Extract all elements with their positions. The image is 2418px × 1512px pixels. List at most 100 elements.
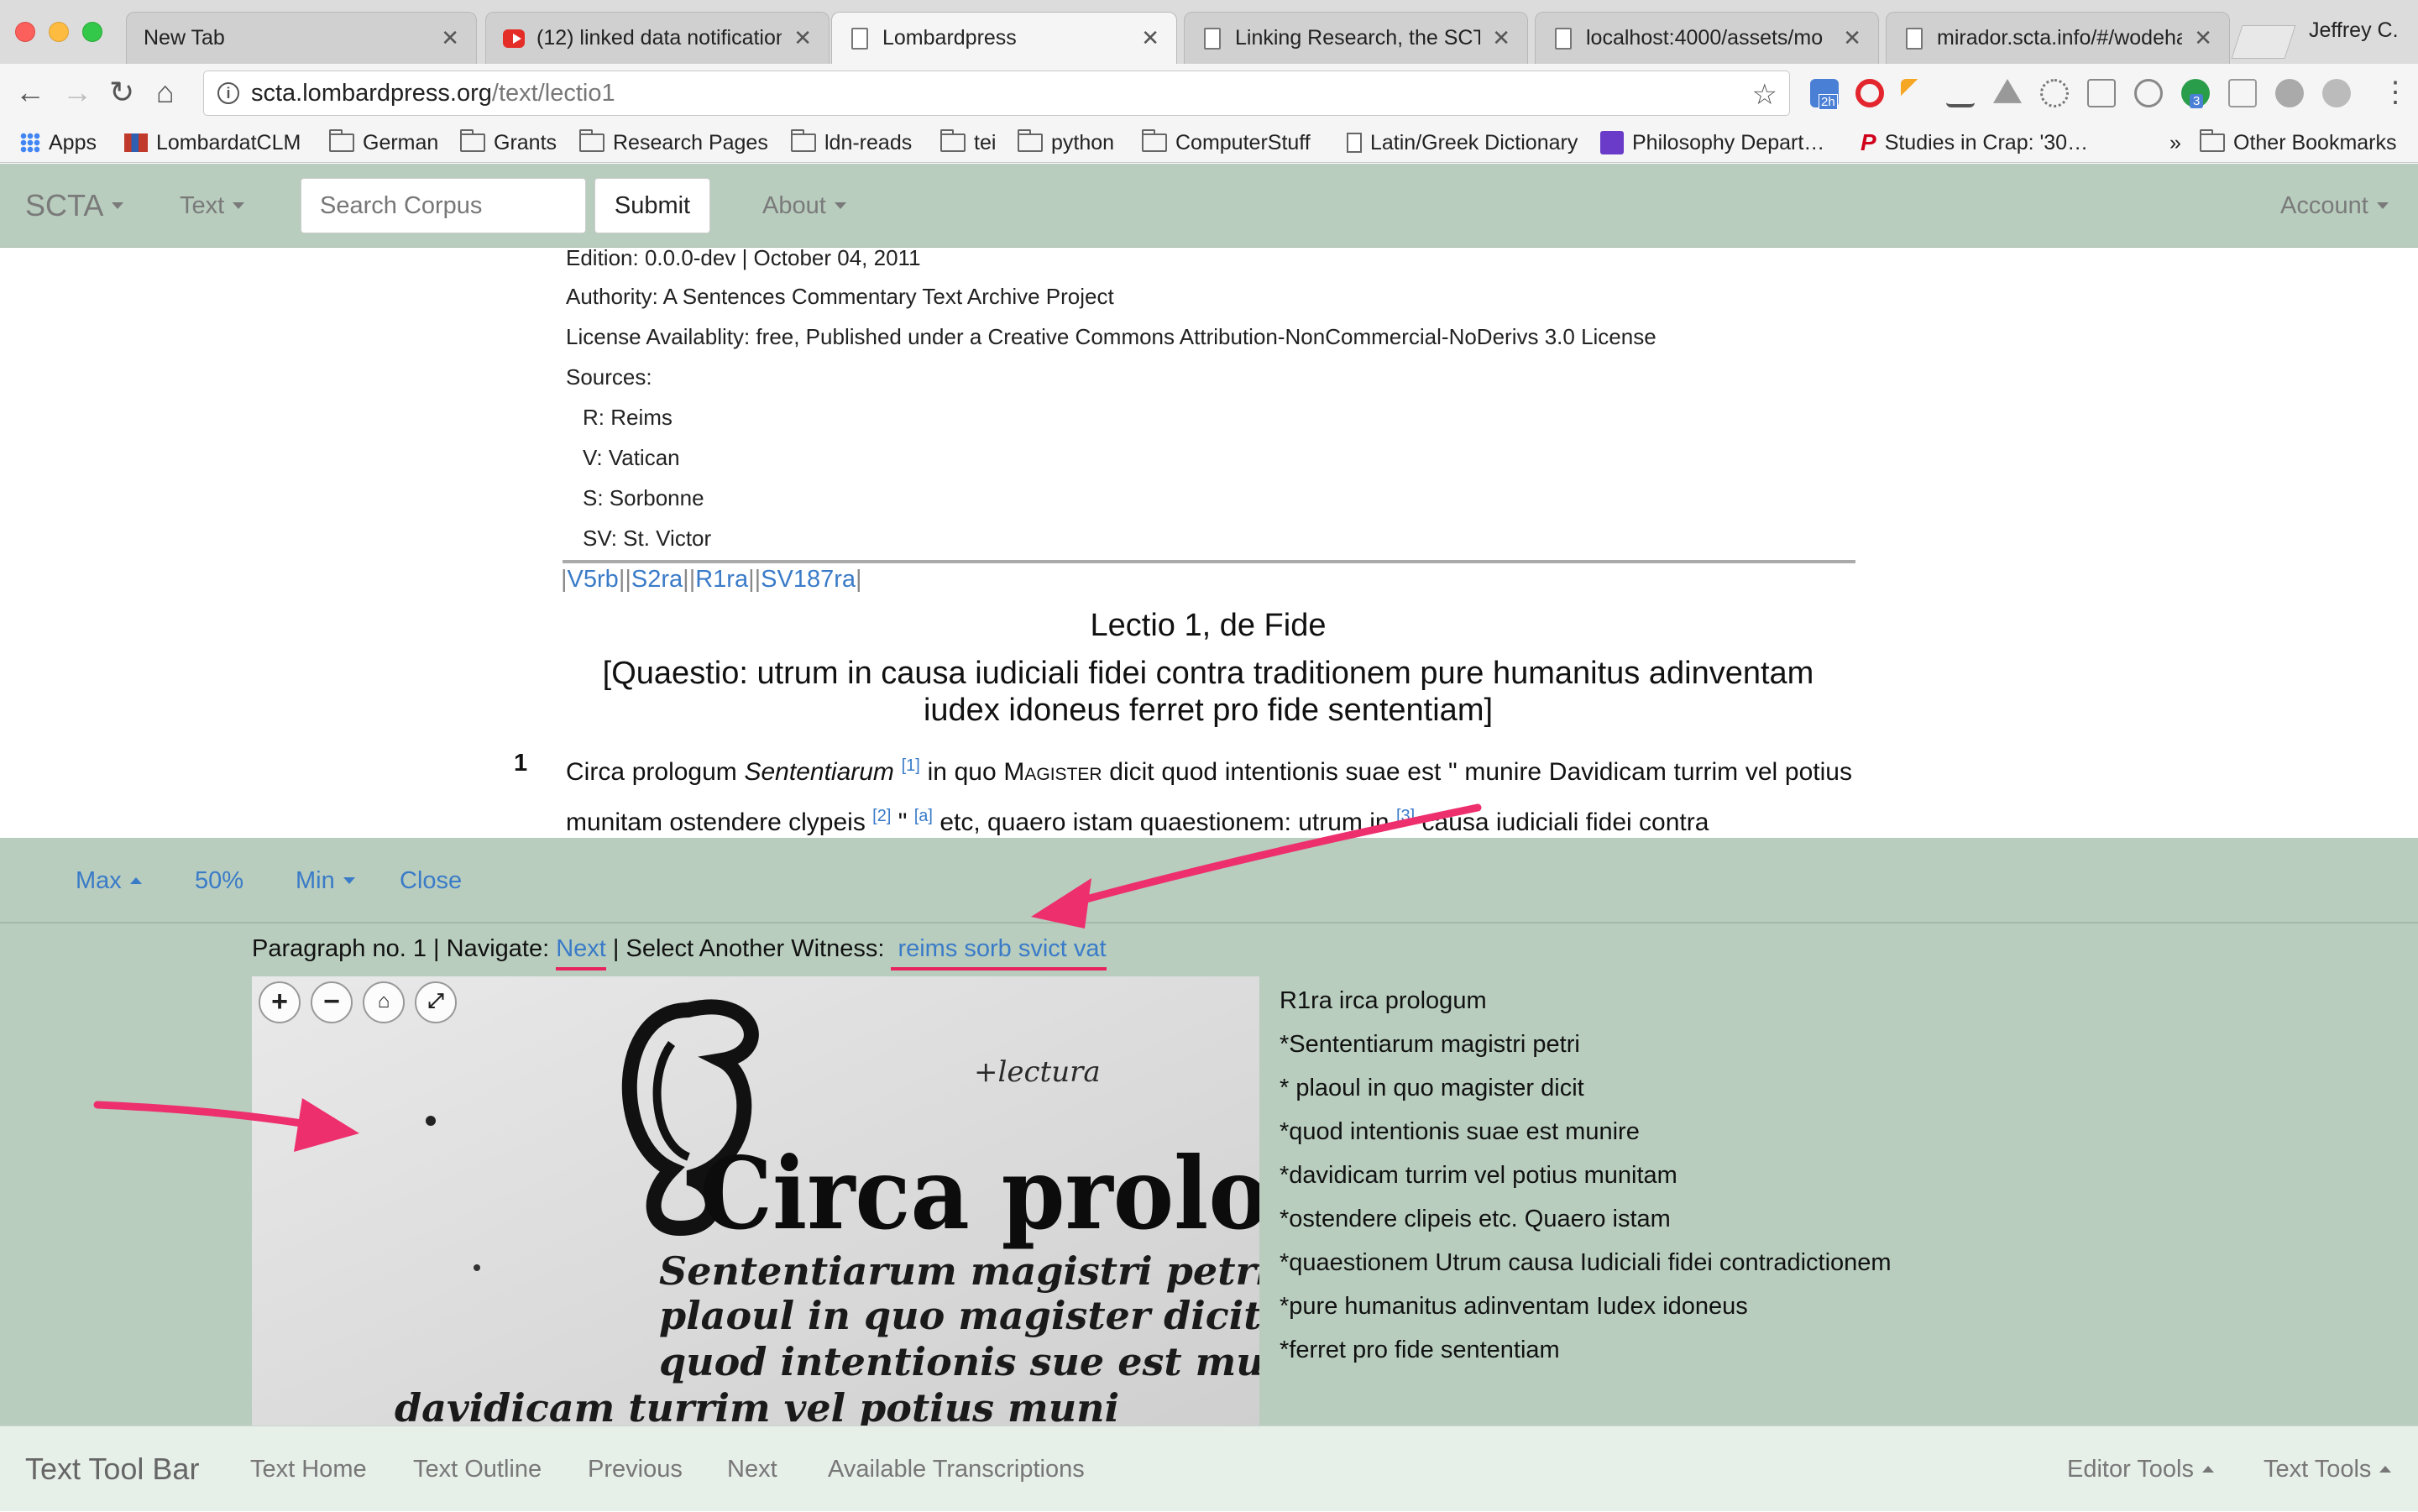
site-navbar: SCTA Text Submit About Account <box>0 164 2418 248</box>
drive-icon[interactable] <box>1993 79 2022 103</box>
bookmark-ldn-reads[interactable]: ldn-reads <box>791 123 912 163</box>
paragraph-fragment: Sententiarum <box>744 758 894 786</box>
previous-link[interactable]: Previous <box>588 1426 683 1512</box>
text-menu-dropdown[interactable]: Text <box>180 164 245 248</box>
witness-link-sv187ra[interactable]: SV187ra <box>761 566 856 593</box>
document-extension-icon[interactable] <box>2087 79 2116 107</box>
fullscreen-icon[interactable]: ⤢ <box>415 981 457 1023</box>
text-tools-label: Text Tools <box>2264 1455 2372 1483</box>
skype-icon[interactable] <box>2275 79 2304 107</box>
home-view-icon[interactable]: ⌂ <box>363 981 405 1023</box>
tab-close-icon[interactable]: ✕ <box>1492 25 1510 51</box>
folder-icon <box>460 129 485 152</box>
bookmark-philosophy-depart[interactable]: Philosophy Depart… <box>1600 123 1824 163</box>
bookmark-german[interactable]: German <box>329 123 438 163</box>
next-link[interactable]: Next <box>727 1426 777 1512</box>
bookmark-studies-in-crap[interactable]: P Studies in Crap: '30… <box>1861 123 2088 163</box>
extension-icon[interactable] <box>2134 79 2163 107</box>
bookmarks-overflow-button[interactable]: » <box>2169 123 2181 163</box>
bookmark-other-bookmarks[interactable]: Other Bookmarks <box>2200 123 2397 163</box>
extension-icon[interactable] <box>2228 79 2257 107</box>
witness-link-v5rb[interactable]: V5rb <box>568 566 619 593</box>
source-item: V: Vatican <box>583 445 680 470</box>
bookmark-grants[interactable]: Grants <box>460 123 557 163</box>
close-panel-button[interactable]: Close <box>400 838 462 923</box>
browser-tab[interactable]: New Tab ✕ <box>126 12 477 64</box>
about-menu-dropdown[interactable]: About <box>762 164 846 248</box>
info-icon[interactable]: i <box>217 82 239 104</box>
zoom-window-button[interactable] <box>82 22 102 42</box>
account-menu-dropdown[interactable]: Account <box>2280 164 2389 248</box>
bookmark-python[interactable]: python <box>1018 123 1114 163</box>
back-arrow-icon[interactable]: ← <box>15 77 45 107</box>
bookmark-label: Grants <box>494 130 557 154</box>
witness-options-links[interactable]: reims sorb svict vat <box>891 935 1107 971</box>
search-corpus-input[interactable] <box>301 178 586 233</box>
extension-icon[interactable] <box>2322 79 2351 107</box>
home-icon[interactable]: ⌂ <box>156 77 175 107</box>
browser-menu-icon[interactable]: ⋮ <box>2381 76 2410 109</box>
max-button[interactable]: Max <box>76 838 142 923</box>
bookmark-label: ldn-reads <box>824 130 913 154</box>
available-transcriptions-link[interactable]: Available Transcriptions <box>828 1426 1085 1512</box>
extension-icon[interactable] <box>1946 79 1975 107</box>
bookmark-latin-greek-dictionary[interactable]: Latin/Greek Dictionary <box>1347 123 1578 163</box>
bookmark-lombardatclm[interactable]: LombardatCLM <box>124 123 301 163</box>
tab-title: localhost:4000/assets/mo <box>1586 26 1824 50</box>
next-paragraph-link[interactable]: Next <box>556 935 606 971</box>
bookmark-label: Philosophy Depart… <box>1632 130 1825 154</box>
brand-dropdown[interactable]: SCTA <box>25 164 124 248</box>
gear-extension-icon[interactable] <box>2040 79 2069 107</box>
bookmark-apps[interactable]: Apps <box>20 123 97 163</box>
caret-down-icon <box>2376 202 2389 209</box>
forward-arrow-icon[interactable]: → <box>62 77 92 107</box>
opera-extension-icon[interactable] <box>1855 79 1884 107</box>
calendar-extension-icon[interactable]: 2h <box>1810 79 1839 110</box>
text-outline-link[interactable]: Text Outline <box>413 1426 542 1512</box>
tab-close-icon[interactable]: ✕ <box>441 25 459 51</box>
witness-link-s2ra[interactable]: S2ra <box>631 566 683 593</box>
tab-close-icon[interactable]: ✕ <box>793 25 812 51</box>
footnote-link[interactable]: [3] <box>1396 807 1415 825</box>
new-tab-button[interactable] <box>2231 25 2296 59</box>
bookmark-research-pages[interactable]: Research Pages <box>579 123 768 163</box>
bookmark-star-icon[interactable]: ☆ <box>1752 78 1777 112</box>
zoom-out-icon[interactable]: − <box>311 981 353 1023</box>
text-tools-dropdown[interactable]: Text Tools <box>2264 1426 2392 1512</box>
paragraph-fragment: Circa prologum <box>566 758 745 786</box>
footnote-link[interactable]: [a] <box>914 807 933 825</box>
quaestio-heading: [Quaestio: utrum in causa iudiciali fide… <box>602 656 1814 728</box>
half-size-button[interactable]: 50% <box>195 838 243 923</box>
min-button[interactable]: Min <box>296 838 355 923</box>
address-bar[interactable]: i scta.lombardpress.org/text/lectio1 ☆ <box>203 71 1790 116</box>
minimize-window-button[interactable] <box>49 22 69 42</box>
footnote-link[interactable]: [2] <box>872 807 891 825</box>
bookmark-tei[interactable]: tei <box>940 123 996 163</box>
close-window-button[interactable] <box>15 22 35 42</box>
browser-tab[interactable]: mirador.scta.info/#/wodeha ✕ <box>1886 12 2230 64</box>
reload-icon[interactable]: ↻ <box>109 77 134 107</box>
witness-link-r1ra[interactable]: R1ra <box>695 566 748 593</box>
tab-title: Linking Research, the SCTA <box>1235 26 1481 50</box>
bookmark-computerstuff[interactable]: ComputerStuff <box>1142 123 1311 163</box>
tab-close-icon[interactable]: ✕ <box>1843 25 1861 51</box>
extension-icon[interactable] <box>1901 79 1929 107</box>
browser-tab[interactable]: localhost:4000/assets/mo ✕ <box>1535 12 1879 64</box>
bookmark-label: Other Bookmarks <box>2233 130 2397 154</box>
editor-tools-dropdown[interactable]: Editor Tools <box>2067 1426 2214 1512</box>
text-home-link[interactable]: Text Home <box>250 1426 367 1512</box>
source-item: R: Reims <box>583 405 673 430</box>
submit-button[interactable]: Submit <box>594 178 710 233</box>
folder-icon <box>940 129 966 152</box>
text-tool-bar-brand[interactable]: Text Tool Bar <box>25 1426 199 1512</box>
green-extension-icon[interactable]: 3 <box>2181 79 2210 108</box>
browser-tab-active[interactable]: Lombardpress ✕ <box>831 12 1177 64</box>
profile-name[interactable]: Jeffrey C. <box>2309 18 2399 43</box>
browser-tab[interactable]: Linking Research, the SCTA ✕ <box>1184 12 1528 64</box>
tab-close-icon[interactable]: ✕ <box>1141 25 1159 51</box>
footnote-link[interactable]: [1] <box>902 756 920 775</box>
zoom-in-icon[interactable]: + <box>259 981 301 1023</box>
browser-tab[interactable]: (12) linked data notification ✕ <box>485 12 830 64</box>
manuscript-image-viewer[interactable]: Circa prologum Sententiarum magistri pet… <box>252 976 1259 1426</box>
tab-close-icon[interactable]: ✕ <box>2194 25 2212 51</box>
